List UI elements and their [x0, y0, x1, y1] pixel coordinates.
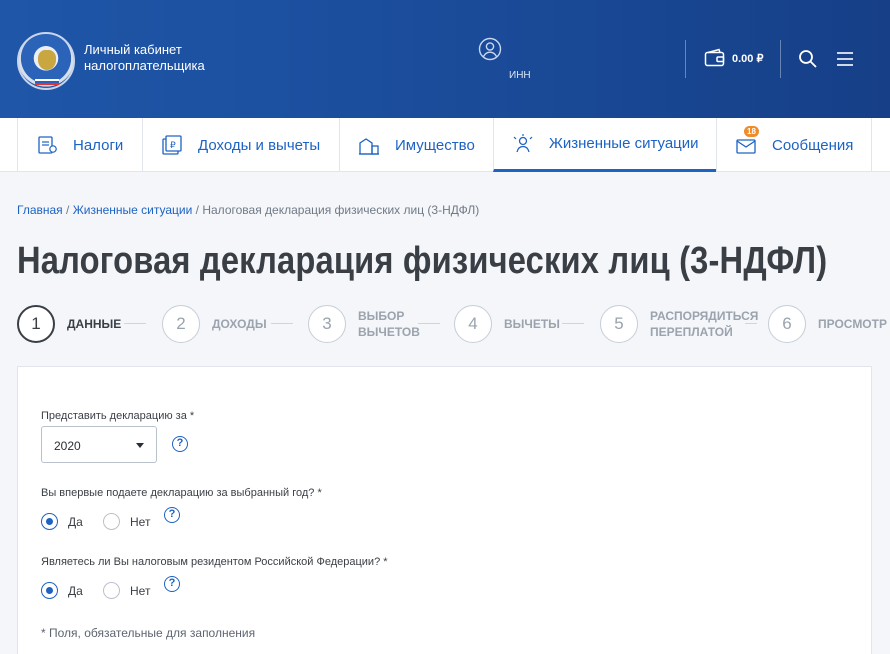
step-number: 2: [162, 305, 200, 343]
step-number: 3: [308, 305, 346, 343]
search-icon[interactable]: [798, 49, 818, 69]
first-time-yes-radio[interactable]: Да: [41, 513, 83, 530]
nav-label: Жизненные ситуации: [549, 135, 699, 152]
fns-emblem-logo[interactable]: [17, 32, 75, 90]
breadcrumb-separator: /: [62, 203, 73, 217]
nav-label: Сообщения: [772, 136, 854, 154]
breadcrumb-separator: /: [192, 203, 203, 217]
wallet-icon[interactable]: [704, 48, 726, 68]
brand-line-1: Личный кабинет: [84, 42, 182, 57]
top-header: Личный кабинет налогоплательщика ИНН 0.0…: [0, 0, 890, 118]
help-icon[interactable]: ?: [164, 576, 180, 592]
radio-label: Да: [68, 514, 83, 529]
first-time-question-label: Вы впервые подаете декларацию за выбранн…: [41, 487, 322, 499]
step-5[interactable]: 5 Распорядиться переплатой: [600, 304, 758, 344]
resident-question-label: Являетесь ли Вы налоговым резидентом Рос…: [41, 556, 388, 568]
step-label: Распорядиться переплатой: [650, 309, 759, 339]
year-select[interactable]: 2020: [41, 426, 157, 463]
eagle-emblem-icon: [38, 50, 56, 70]
life-situations-icon: [512, 133, 534, 155]
step-1[interactable]: 1 Данные: [17, 304, 121, 344]
step-connector: [562, 323, 584, 324]
nav-item-taxes[interactable]: Налоги: [17, 118, 142, 172]
menu-icon[interactable]: [836, 50, 854, 68]
breadcrumb-life-situations[interactable]: Жизненные ситуации: [73, 203, 193, 217]
income-icon: ₽: [161, 134, 183, 156]
step-6[interactable]: 6 Просмотр: [768, 304, 887, 344]
step-2[interactable]: 2 Доходы: [162, 304, 267, 344]
step-label: Выбор вычетов: [358, 309, 420, 339]
nav-label: Имущество: [395, 136, 475, 154]
step-connector: [418, 323, 440, 324]
brand-line-2: налогоплательщика: [84, 58, 205, 73]
step-connector: [271, 323, 293, 324]
chevron-down-icon: [136, 443, 144, 448]
year-select-value: 2020: [54, 439, 81, 453]
nav-label: Налоги: [73, 136, 124, 154]
step-number: 5: [600, 305, 638, 343]
step-number: 4: [454, 305, 492, 343]
step-3[interactable]: 3 Выбор вычетов: [308, 304, 420, 344]
step-label: Данные: [67, 317, 122, 331]
radio-dot: [41, 513, 58, 530]
step-number: 6: [768, 305, 806, 343]
radio-dot: [103, 513, 120, 530]
step-label: Вычеты: [504, 317, 560, 331]
radio-label: Да: [68, 583, 83, 598]
brand-title[interactable]: Личный кабинет налогоплательщика: [84, 42, 205, 74]
help-icon[interactable]: ?: [164, 507, 180, 523]
year-question-label: Представить декларацию за *: [41, 410, 195, 422]
user-icon[interactable]: [478, 37, 502, 61]
help-icon[interactable]: ?: [172, 436, 188, 452]
step-connector: [745, 323, 757, 324]
required-fields-note: * Поля, обязательные для заполнения: [41, 626, 256, 640]
radio-label: Нет: [130, 583, 151, 598]
step-label: Доходы: [212, 317, 267, 331]
declaration-form-card: Представить декларацию за * 2020 ? Вы вп…: [17, 366, 872, 654]
nav-item-life-situations[interactable]: Жизненные ситуации: [493, 118, 716, 172]
russian-flag-icon: [35, 79, 59, 85]
nav-item-messages[interactable]: 18 Сообщения: [716, 118, 872, 172]
step-label: Просмотр: [818, 317, 887, 331]
nav-label: Доходы и вычеты: [198, 136, 321, 154]
resident-yes-radio[interactable]: Да: [41, 582, 83, 599]
messages-icon: 18: [735, 126, 759, 156]
balance-amount[interactable]: 0.00 ₽: [732, 52, 763, 65]
page-title: Налоговая декларация физических лиц (3-Н…: [17, 240, 828, 282]
header-divider: [685, 40, 686, 78]
breadcrumb: Главная / Жизненные ситуации / Налоговая…: [17, 203, 479, 217]
main-nav: Налоги ₽ Доходы и вычеты Имущество Жизне…: [0, 118, 890, 172]
radio-dot: [41, 582, 58, 599]
radio-label: Нет: [130, 514, 151, 529]
nav-item-income[interactable]: ₽ Доходы и вычеты: [142, 118, 339, 172]
nav-item-property[interactable]: Имущество: [339, 118, 493, 172]
header-divider: [780, 40, 781, 78]
radio-dot: [103, 582, 120, 599]
messages-count-badge: 18: [744, 126, 759, 137]
resident-no-radio[interactable]: Нет: [103, 582, 150, 599]
breadcrumb-home[interactable]: Главная: [17, 203, 63, 217]
first-time-no-radio[interactable]: Нет: [103, 513, 150, 530]
step-connector: [124, 323, 146, 324]
svg-text:₽: ₽: [170, 141, 176, 151]
taxes-icon: [36, 134, 58, 156]
property-icon: [358, 134, 380, 156]
inn-label[interactable]: ИНН: [509, 70, 531, 81]
step-4[interactable]: 4 Вычеты: [454, 304, 560, 344]
step-number: 1: [17, 305, 55, 343]
breadcrumb-current: Налоговая декларация физических лиц (3-Н…: [202, 203, 480, 217]
